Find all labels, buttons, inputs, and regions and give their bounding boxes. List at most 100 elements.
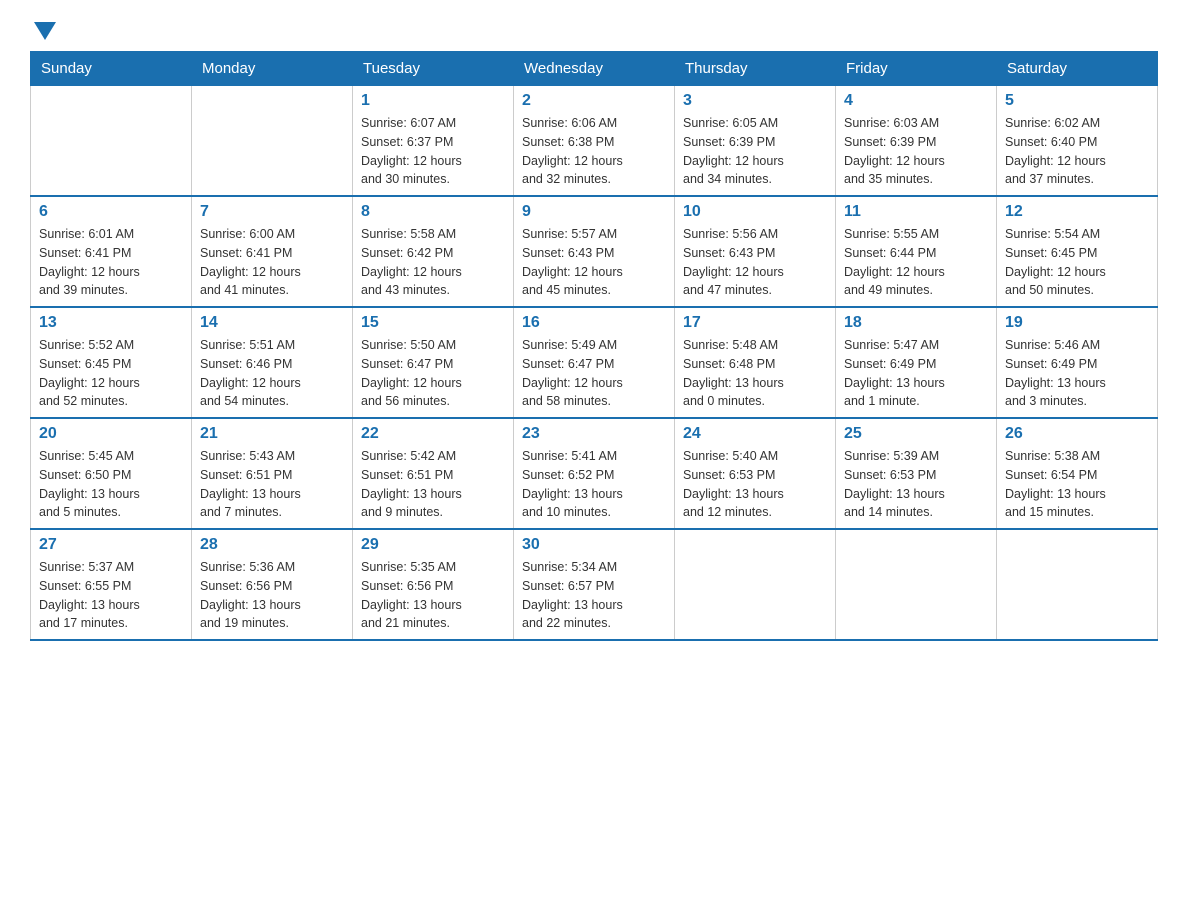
calendar-cell: 27 Sunrise: 5:37 AM Sunset: 6:55 PM Dayli… <box>31 529 192 640</box>
day-detail: Sunrise: 5:57 AM Sunset: 6:43 PM Dayligh… <box>522 225 666 300</box>
day-detail: Sunrise: 5:46 AM Sunset: 6:49 PM Dayligh… <box>1005 336 1149 411</box>
day-detail: Sunrise: 5:47 AM Sunset: 6:49 PM Dayligh… <box>844 336 988 411</box>
calendar-cell: 24 Sunrise: 5:40 AM Sunset: 6:53 PM Dayli… <box>675 418 836 529</box>
day-detail: Sunrise: 6:06 AM Sunset: 6:38 PM Dayligh… <box>522 114 666 189</box>
day-number: 1 <box>361 92 505 110</box>
calendar-cell: 14 Sunrise: 5:51 AM Sunset: 6:46 PM Dayli… <box>192 307 353 418</box>
day-detail: Sunrise: 5:50 AM Sunset: 6:47 PM Dayligh… <box>361 336 505 411</box>
day-number: 28 <box>200 536 344 554</box>
calendar-cell: 22 Sunrise: 5:42 AM Sunset: 6:51 PM Dayli… <box>353 418 514 529</box>
day-detail: Sunrise: 5:56 AM Sunset: 6:43 PM Dayligh… <box>683 225 827 300</box>
weekday-header-thursday: Thursday <box>675 52 836 86</box>
day-detail: Sunrise: 5:48 AM Sunset: 6:48 PM Dayligh… <box>683 336 827 411</box>
calendar-cell: 10 Sunrise: 5:56 AM Sunset: 6:43 PM Dayli… <box>675 196 836 307</box>
calendar-cell: 20Sunrise: 5:45 AM Sunset: 6:50 PM Dayli… <box>31 418 192 529</box>
calendar-cell: 17 Sunrise: 5:48 AM Sunset: 6:48 PM Dayli… <box>675 307 836 418</box>
page-header <box>30 20 1158 41</box>
day-number: 11 <box>844 203 988 221</box>
day-number: 8 <box>361 203 505 221</box>
weekday-header-monday: Monday <box>192 52 353 86</box>
calendar-cell: 8 Sunrise: 5:58 AM Sunset: 6:42 PM Daylig… <box>353 196 514 307</box>
day-detail: Sunrise: 5:40 AM Sunset: 6:53 PM Dayligh… <box>683 447 827 522</box>
logo <box>30 20 56 41</box>
calendar-cell <box>836 529 997 640</box>
day-number: 17 <box>683 314 827 332</box>
calendar-cell: 3 Sunrise: 6:05 AM Sunset: 6:39 PM Daylig… <box>675 86 836 197</box>
day-number: 15 <box>361 314 505 332</box>
day-detail: Sunrise: 5:43 AM Sunset: 6:51 PM Dayligh… <box>200 447 344 522</box>
calendar-cell: 2 Sunrise: 6:06 AM Sunset: 6:38 PM Daylig… <box>514 86 675 197</box>
calendar-cell: 18 Sunrise: 5:47 AM Sunset: 6:49 PM Dayli… <box>836 307 997 418</box>
day-number: 10 <box>683 203 827 221</box>
weekday-header-saturday: Saturday <box>997 52 1158 86</box>
calendar-cell <box>675 529 836 640</box>
day-number: 9 <box>522 203 666 221</box>
day-detail: Sunrise: 6:05 AM Sunset: 6:39 PM Dayligh… <box>683 114 827 189</box>
day-detail: Sunrise: 5:38 AM Sunset: 6:54 PM Dayligh… <box>1005 447 1149 522</box>
day-detail: Sunrise: 5:36 AM Sunset: 6:56 PM Dayligh… <box>200 558 344 633</box>
calendar-cell: 5Sunrise: 6:02 AM Sunset: 6:40 PM Daylig… <box>997 86 1158 197</box>
weekday-header-sunday: Sunday <box>31 52 192 86</box>
day-number: 7 <box>200 203 344 221</box>
calendar-cell: 9 Sunrise: 5:57 AM Sunset: 6:43 PM Daylig… <box>514 196 675 307</box>
calendar-cell: 26Sunrise: 5:38 AM Sunset: 6:54 PM Dayli… <box>997 418 1158 529</box>
weekday-header-friday: Friday <box>836 52 997 86</box>
calendar-cell: 15 Sunrise: 5:50 AM Sunset: 6:47 PM Dayli… <box>353 307 514 418</box>
day-number: 16 <box>522 314 666 332</box>
day-number: 29 <box>361 536 505 554</box>
calendar-cell: 7Sunrise: 6:00 AM Sunset: 6:41 PM Daylig… <box>192 196 353 307</box>
day-number: 20 <box>39 425 183 443</box>
day-detail: Sunrise: 5:39 AM Sunset: 6:53 PM Dayligh… <box>844 447 988 522</box>
day-detail: Sunrise: 5:49 AM Sunset: 6:47 PM Dayligh… <box>522 336 666 411</box>
calendar-week-row: 27 Sunrise: 5:37 AM Sunset: 6:55 PM Dayli… <box>31 529 1158 640</box>
calendar-cell: 13 Sunrise: 5:52 AM Sunset: 6:45 PM Dayli… <box>31 307 192 418</box>
day-detail: Sunrise: 5:35 AM Sunset: 6:56 PM Dayligh… <box>361 558 505 633</box>
day-number: 4 <box>844 92 988 110</box>
calendar-cell <box>192 86 353 197</box>
calendar-cell: 6Sunrise: 6:01 AM Sunset: 6:41 PM Daylig… <box>31 196 192 307</box>
day-detail: Sunrise: 5:34 AM Sunset: 6:57 PM Dayligh… <box>522 558 666 633</box>
day-number: 12 <box>1005 203 1149 221</box>
calendar-cell: 19 Sunrise: 5:46 AM Sunset: 6:49 PM Dayli… <box>997 307 1158 418</box>
calendar-week-row: 6Sunrise: 6:01 AM Sunset: 6:41 PM Daylig… <box>31 196 1158 307</box>
day-number: 18 <box>844 314 988 332</box>
day-detail: Sunrise: 5:52 AM Sunset: 6:45 PM Dayligh… <box>39 336 183 411</box>
calendar-cell <box>31 86 192 197</box>
day-number: 30 <box>522 536 666 554</box>
day-number: 25 <box>844 425 988 443</box>
day-number: 14 <box>200 314 344 332</box>
logo-triangle-icon <box>34 22 56 40</box>
calendar-cell <box>997 529 1158 640</box>
day-number: 22 <box>361 425 505 443</box>
weekday-header-tuesday: Tuesday <box>353 52 514 86</box>
calendar-cell: 30 Sunrise: 5:34 AM Sunset: 6:57 PM Dayli… <box>514 529 675 640</box>
day-detail: Sunrise: 5:37 AM Sunset: 6:55 PM Dayligh… <box>39 558 183 633</box>
day-detail: Sunrise: 6:07 AM Sunset: 6:37 PM Dayligh… <box>361 114 505 189</box>
calendar-cell: 4Sunrise: 6:03 AM Sunset: 6:39 PM Daylig… <box>836 86 997 197</box>
day-detail: Sunrise: 5:51 AM Sunset: 6:46 PM Dayligh… <box>200 336 344 411</box>
calendar-cell: 29 Sunrise: 5:35 AM Sunset: 6:56 PM Dayli… <box>353 529 514 640</box>
day-number: 6 <box>39 203 183 221</box>
day-number: 23 <box>522 425 666 443</box>
day-number: 13 <box>39 314 183 332</box>
day-number: 3 <box>683 92 827 110</box>
calendar-cell: 1 Sunrise: 6:07 AM Sunset: 6:37 PM Daylig… <box>353 86 514 197</box>
calendar-week-row: 20Sunrise: 5:45 AM Sunset: 6:50 PM Dayli… <box>31 418 1158 529</box>
calendar-table: SundayMondayTuesdayWednesdayThursdayFrid… <box>30 51 1158 641</box>
day-detail: Sunrise: 5:42 AM Sunset: 6:51 PM Dayligh… <box>361 447 505 522</box>
calendar-week-row: 13 Sunrise: 5:52 AM Sunset: 6:45 PM Dayli… <box>31 307 1158 418</box>
day-number: 19 <box>1005 314 1149 332</box>
day-detail: Sunrise: 5:55 AM Sunset: 6:44 PM Dayligh… <box>844 225 988 300</box>
weekday-header-wednesday: Wednesday <box>514 52 675 86</box>
day-number: 21 <box>200 425 344 443</box>
day-number: 27 <box>39 536 183 554</box>
calendar-cell: 21 Sunrise: 5:43 AM Sunset: 6:51 PM Dayli… <box>192 418 353 529</box>
day-number: 2 <box>522 92 666 110</box>
day-number: 24 <box>683 425 827 443</box>
calendar-cell: 16 Sunrise: 5:49 AM Sunset: 6:47 PM Dayli… <box>514 307 675 418</box>
calendar-cell: 12 Sunrise: 5:54 AM Sunset: 6:45 PM Dayli… <box>997 196 1158 307</box>
calendar-cell: 25 Sunrise: 5:39 AM Sunset: 6:53 PM Dayli… <box>836 418 997 529</box>
day-detail: Sunrise: 5:58 AM Sunset: 6:42 PM Dayligh… <box>361 225 505 300</box>
day-detail: Sunrise: 5:54 AM Sunset: 6:45 PM Dayligh… <box>1005 225 1149 300</box>
day-detail: Sunrise: 5:41 AM Sunset: 6:52 PM Dayligh… <box>522 447 666 522</box>
